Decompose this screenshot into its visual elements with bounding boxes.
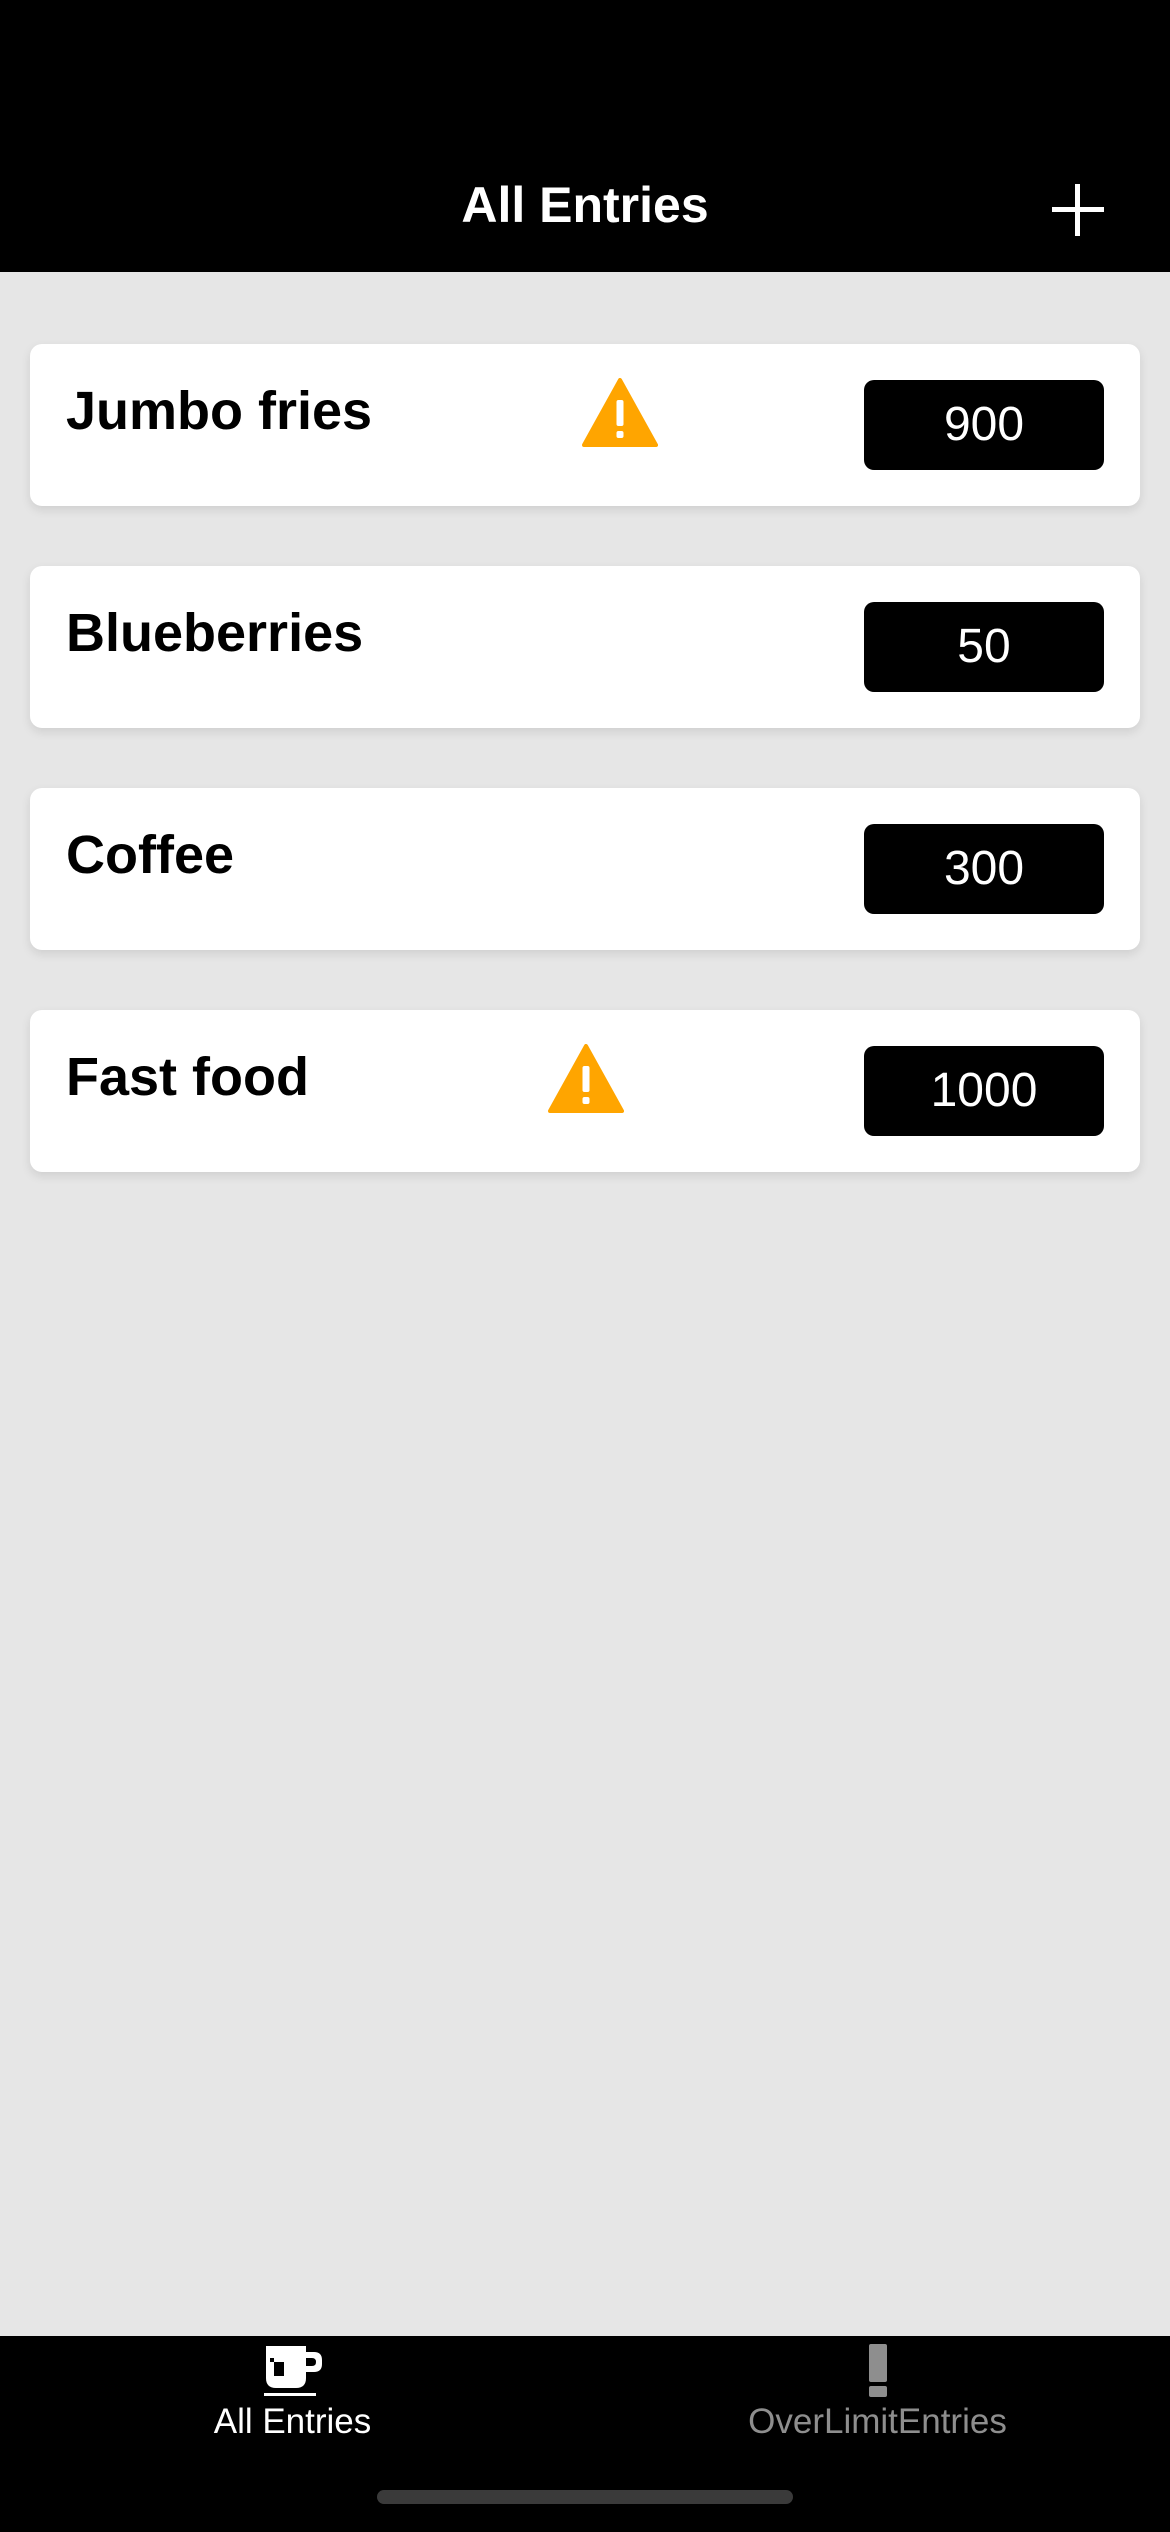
entry-name: Coffee bbox=[66, 825, 235, 885]
tab-label: All Entries bbox=[213, 2402, 372, 2441]
add-entry-button[interactable] bbox=[1050, 182, 1106, 238]
entry-card-fast-food[interactable]: Fast food 1000 bbox=[30, 1010, 1140, 1172]
entry-card-blueberries[interactable]: Blueberries 50 bbox=[30, 566, 1140, 728]
nav-header: All Entries bbox=[0, 0, 1170, 272]
tab-all-entries[interactable]: All Entries bbox=[0, 2336, 585, 2456]
plus-icon bbox=[1052, 184, 1104, 236]
warning-icon bbox=[548, 1044, 624, 1113]
warning-icon bbox=[582, 378, 658, 447]
entry-card-jumbo-fries[interactable]: Jumbo fries 900 bbox=[30, 344, 1140, 506]
tab-label: OverLimitEntries bbox=[748, 2402, 1007, 2441]
app-screen: All Entries Jumbo fries 900 Blueberries … bbox=[0, 0, 1170, 2532]
coffee-cup-icon bbox=[263, 2346, 322, 2396]
entry-value[interactable]: 50 bbox=[864, 602, 1104, 692]
entry-name: Fast food bbox=[66, 1047, 309, 1107]
page-title: All Entries bbox=[461, 177, 709, 233]
tab-over-limit-entries[interactable]: OverLimitEntries bbox=[585, 2336, 1170, 2456]
entry-card-coffee[interactable]: Coffee 300 bbox=[30, 788, 1140, 950]
exclamation-icon bbox=[868, 2344, 887, 2397]
home-indicator bbox=[377, 2490, 793, 2504]
entry-value[interactable]: 1000 bbox=[864, 1046, 1104, 1136]
entry-name: Jumbo fries bbox=[66, 381, 373, 441]
entry-name: Blueberries bbox=[66, 603, 364, 663]
entry-value[interactable]: 300 bbox=[864, 824, 1104, 914]
entry-value[interactable]: 900 bbox=[864, 380, 1104, 470]
